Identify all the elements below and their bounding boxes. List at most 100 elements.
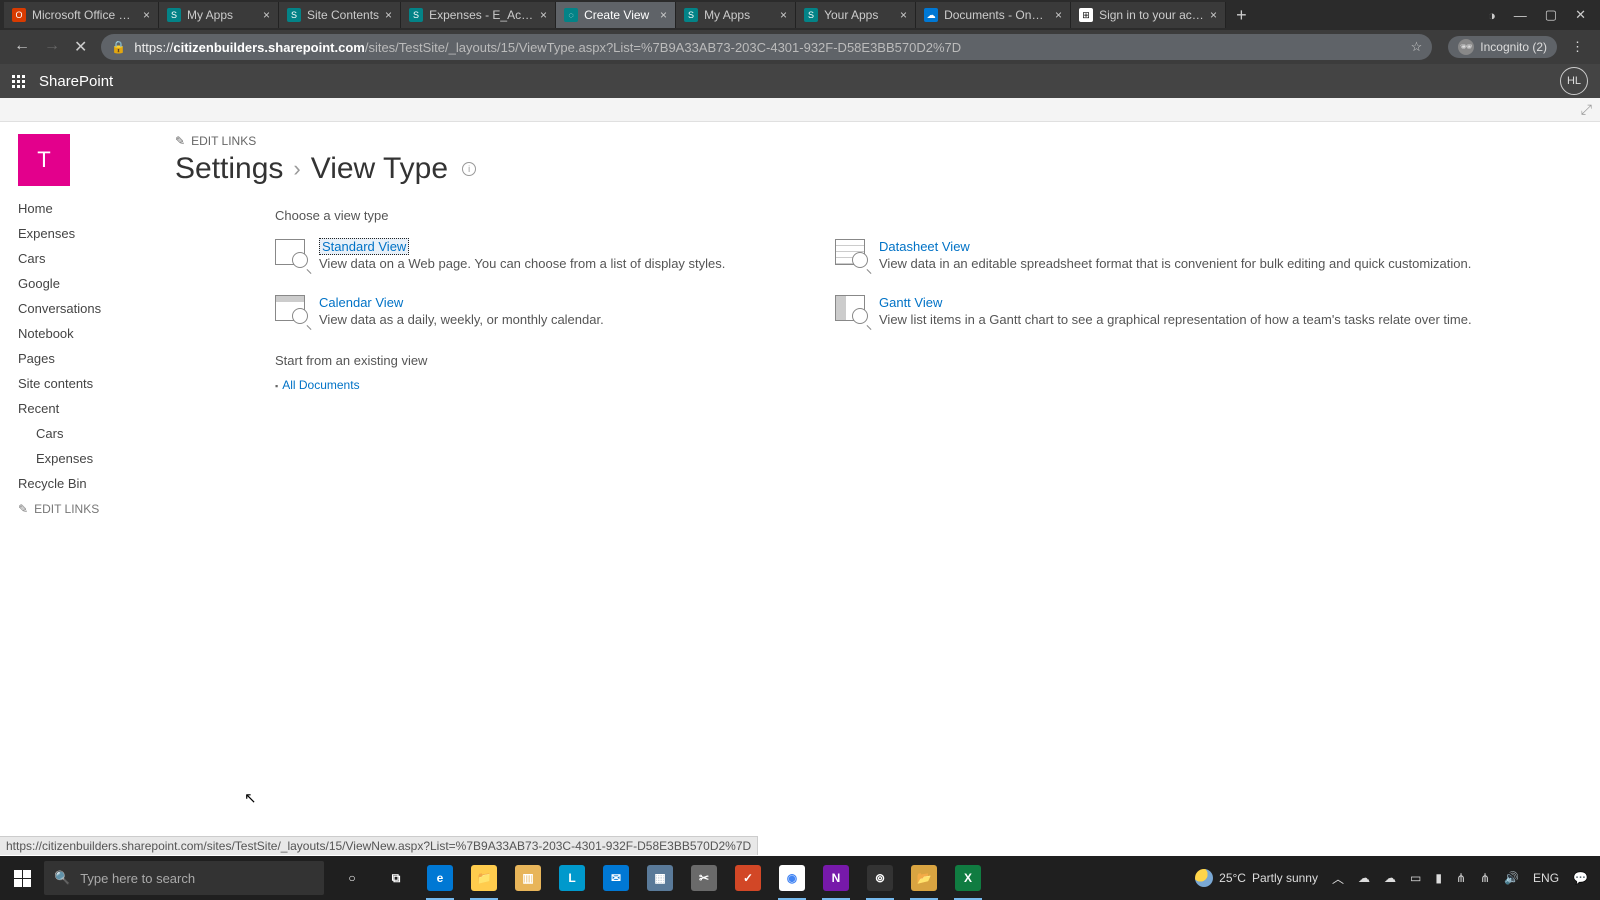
tray-wifi-icon-2[interactable]: ⋔ <box>1480 871 1490 885</box>
tb-onenote[interactable]: N <box>816 856 856 900</box>
star-bookmark-icon[interactable]: ☆ <box>1411 39 1423 55</box>
ql-google[interactable]: Google <box>18 271 175 296</box>
view-option-standard: Standard View View data on a Web page. Y… <box>275 239 815 271</box>
gantt-view-link[interactable]: Gantt View <box>879 295 942 310</box>
ql-expenses[interactable]: Expenses <box>18 221 175 246</box>
breadcrumb-settings[interactable]: Settings <box>175 152 283 186</box>
ql-recent[interactable]: Recent <box>18 396 175 421</box>
close-icon[interactable]: × <box>1055 8 1062 22</box>
ql-pages[interactable]: Pages <box>18 346 175 371</box>
ql-recycle-bin[interactable]: Recycle Bin <box>18 471 175 496</box>
close-icon[interactable]: × <box>263 8 270 22</box>
tray-wifi-icon[interactable]: ⋔ <box>1456 871 1466 885</box>
ql-recent-expenses[interactable]: Expenses <box>18 446 175 471</box>
forward-button[interactable]: → <box>44 37 60 57</box>
close-icon[interactable]: × <box>900 8 907 22</box>
bullet-icon: ▪ <box>275 381 278 391</box>
incognito-icon: 🕶 <box>1458 39 1474 55</box>
ql-conversations[interactable]: Conversations <box>18 296 175 321</box>
focus-content-icon[interactable]: ⤢ <box>1581 101 1592 118</box>
weather-icon <box>1195 869 1213 887</box>
existing-view-all-documents[interactable]: ▪All Documents <box>275 378 1580 392</box>
close-icon[interactable]: × <box>143 8 150 22</box>
ql-cars[interactable]: Cars <box>18 246 175 271</box>
back-button[interactable]: ← <box>14 37 30 57</box>
system-tray: 25°C Partly sunny ︿ ☁ ☁ ▭ ▮ ⋔ ⋔ 🔊 ENG 💬 <box>1183 869 1600 887</box>
user-avatar[interactable]: HL <box>1560 67 1588 95</box>
tb-obs[interactable]: ⊚ <box>860 856 900 900</box>
ql-recent-cars[interactable]: Cars <box>18 421 175 446</box>
standard-view-icon <box>275 239 305 265</box>
tab-sign-in[interactable]: ⊞Sign in to your accoun…× <box>1071 2 1226 28</box>
tab-create-view[interactable]: ◌Create View× <box>556 2 676 28</box>
ql-home[interactable]: Home <box>18 196 175 221</box>
datasheet-view-desc: View data in an editable spreadsheet for… <box>879 256 1471 271</box>
tab-my-apps-2[interactable]: SMy Apps× <box>676 2 796 28</box>
gantt-view-desc: View list items in a Gantt chart to see … <box>879 312 1472 327</box>
help-icon[interactable]: i <box>462 162 476 176</box>
gantt-view-icon <box>835 295 865 321</box>
choose-view-type-heading: Choose a view type <box>275 208 1580 223</box>
tray-chevron-up-icon[interactable]: ︿ <box>1332 870 1344 887</box>
ribbon-bar: ⤢ <box>0 98 1600 122</box>
tray-battery-icon[interactable]: ▮ <box>1435 871 1442 885</box>
minimize-button[interactable]: — <box>1514 8 1527 23</box>
breadcrumb-current: View Type <box>311 152 448 186</box>
weather-widget[interactable]: 25°C Partly sunny <box>1195 869 1318 887</box>
tab-my-apps-1[interactable]: SMy Apps× <box>159 2 279 28</box>
tab-expenses[interactable]: SExpenses - E_Account…× <box>401 2 556 28</box>
app-launcher-icon[interactable] <box>12 75 25 88</box>
tb-mail[interactable]: ✉ <box>596 856 636 900</box>
standard-view-link[interactable]: Standard View <box>319 238 409 255</box>
breadcrumb-separator: › <box>293 156 300 182</box>
edit-links-top[interactable]: ✎ EDIT LINKS <box>175 134 1580 148</box>
datasheet-view-link[interactable]: Datasheet View <box>879 239 970 254</box>
taskbar-apps: ○ ⧉ e 📁 ▥ L ✉ ▦ ✂ ✓ ◉ N ⊚ 📂 X <box>332 856 988 900</box>
close-window-button[interactable]: ✕ <box>1575 7 1586 23</box>
url-input[interactable]: 🔒 https://citizenbuilders.sharepoint.com… <box>101 34 1432 60</box>
calendar-view-link[interactable]: Calendar View <box>319 295 403 310</box>
tb-cortana[interactable]: ○ <box>332 856 372 900</box>
tb-explorer[interactable]: 📁 <box>464 856 504 900</box>
lock-icon: 🔒 <box>111 40 126 54</box>
tb-app-6[interactable]: L <box>552 856 592 900</box>
tb-todoist[interactable]: ✓ <box>728 856 768 900</box>
maximize-button[interactable]: ▢ <box>1545 7 1557 23</box>
product-name[interactable]: SharePoint <box>39 73 113 90</box>
tray-language[interactable]: ENG <box>1533 871 1559 885</box>
chrome-menu-button[interactable]: ⋮ <box>1571 39 1584 55</box>
close-icon[interactable]: × <box>1210 8 1217 22</box>
ql-site-contents[interactable]: Site contents <box>18 371 175 396</box>
tb-excel[interactable]: X <box>948 856 988 900</box>
tray-onedrive-icon[interactable]: ☁ <box>1358 871 1370 885</box>
site-logo[interactable]: T <box>18 134 70 186</box>
tab-office-home[interactable]: OMicrosoft Office Home× <box>4 2 159 28</box>
view-option-gantt: Gantt View View list items in a Gantt ch… <box>835 295 1580 327</box>
new-tab-button[interactable]: + <box>1226 5 1257 26</box>
tab-site-contents[interactable]: SSite Contents× <box>279 2 401 28</box>
tray-onedrive-icon-2[interactable]: ☁ <box>1384 871 1396 885</box>
incognito-badge[interactable]: 🕶 Incognito (2) <box>1448 36 1557 58</box>
close-icon[interactable]: × <box>385 8 392 22</box>
tb-app-9[interactable]: ✂ <box>684 856 724 900</box>
tb-app-5[interactable]: ▥ <box>508 856 548 900</box>
edit-links-bottom[interactable]: ✎ EDIT LINKS <box>18 502 175 516</box>
tab-your-apps[interactable]: SYour Apps× <box>796 2 916 28</box>
close-icon[interactable]: × <box>540 8 547 22</box>
tb-app-14[interactable]: 📂 <box>904 856 944 900</box>
tb-chrome[interactable]: ◉ <box>772 856 812 900</box>
close-icon[interactable]: × <box>660 8 667 22</box>
tb-app-8[interactable]: ▦ <box>640 856 680 900</box>
stop-reload-button[interactable]: ✕ <box>74 37 87 57</box>
tab-onedrive[interactable]: ☁Documents - OneDriv…× <box>916 2 1071 28</box>
tray-volume-icon[interactable]: 🔊 <box>1504 871 1519 885</box>
tb-task-view[interactable]: ⧉ <box>376 856 416 900</box>
status-bar-url: https://citizenbuilders.sharepoint.com/s… <box>0 836 758 855</box>
tray-notifications-icon[interactable]: 💬 <box>1573 871 1588 885</box>
close-icon[interactable]: × <box>780 8 787 22</box>
taskbar-search-input[interactable]: 🔍 Type here to search <box>44 861 324 895</box>
tray-meet-now-icon[interactable]: ▭ <box>1410 871 1421 885</box>
tb-edge[interactable]: e <box>420 856 460 900</box>
ql-notebook[interactable]: Notebook <box>18 321 175 346</box>
start-button[interactable] <box>0 856 44 900</box>
